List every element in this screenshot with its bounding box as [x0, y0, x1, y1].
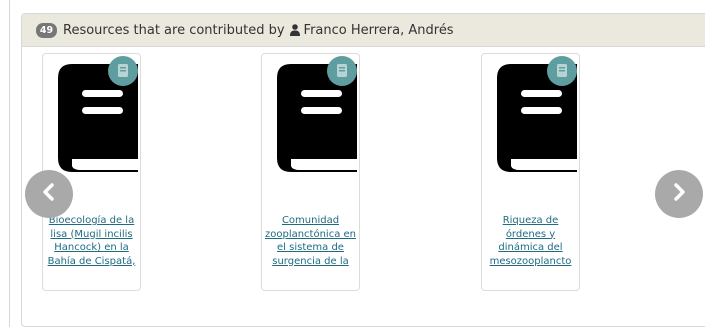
- resource-title-link[interactable]: Riqueza de órdenes y dinámica del mesozo…: [484, 214, 577, 268]
- resource-count-badge: 49: [36, 22, 57, 38]
- user-icon: [289, 24, 300, 36]
- chevron-right-icon: [668, 181, 690, 207]
- page-left-border: [9, 0, 10, 327]
- resource-card[interactable]: Comunidad zooplanctónica en el sistema d…: [261, 53, 360, 291]
- carousel-prev-button[interactable]: [25, 170, 73, 218]
- resource-card[interactable]: Riqueza de órdenes y dinámica del mesozo…: [481, 53, 580, 291]
- contributor-name: Franco Herrera, Andrés: [303, 22, 454, 38]
- panel-header: 49 Resources that are contributed by Fra…: [22, 14, 705, 47]
- resource-title-link[interactable]: Bioecología de la lisa (Mugil incilis Ha…: [45, 214, 138, 268]
- document-type-icon: [108, 56, 138, 90]
- document-type-icon: [547, 56, 577, 90]
- header-prefix-text: Resources that are contributed by: [63, 22, 285, 38]
- resource-title-link[interactable]: Comunidad zooplanctónica en el sistema d…: [264, 214, 357, 268]
- document-type-icon: [327, 56, 357, 90]
- chevron-left-icon: [38, 181, 60, 207]
- carousel-next-button[interactable]: [655, 170, 703, 218]
